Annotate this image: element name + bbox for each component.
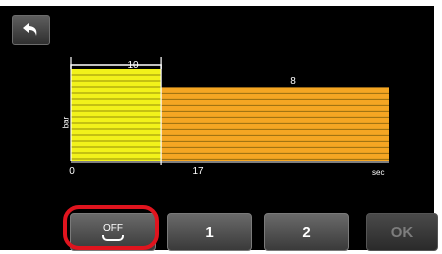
off-button[interactable]: OFF bbox=[70, 213, 156, 251]
y-unit-label: bar bbox=[61, 116, 71, 129]
x-unit-label: sec bbox=[372, 168, 385, 177]
segment-value-label: 8 bbox=[290, 76, 296, 87]
bar-segment bbox=[161, 87, 389, 161]
x-tick-label: 17 bbox=[192, 166, 204, 177]
preset-2-button[interactable]: 2 bbox=[264, 213, 349, 251]
ok-button[interactable]: OK bbox=[366, 213, 438, 251]
off-button-label: OFF bbox=[103, 223, 123, 234]
screen: 10 8 bar 0 17 sec OFF 1 2 OK bbox=[0, 0, 442, 254]
segment-value-label: 10 bbox=[127, 60, 139, 71]
off-bracket-icon bbox=[102, 235, 124, 241]
x-tick-label: 0 bbox=[69, 166, 75, 177]
preset-1-button[interactable]: 1 bbox=[167, 213, 252, 251]
